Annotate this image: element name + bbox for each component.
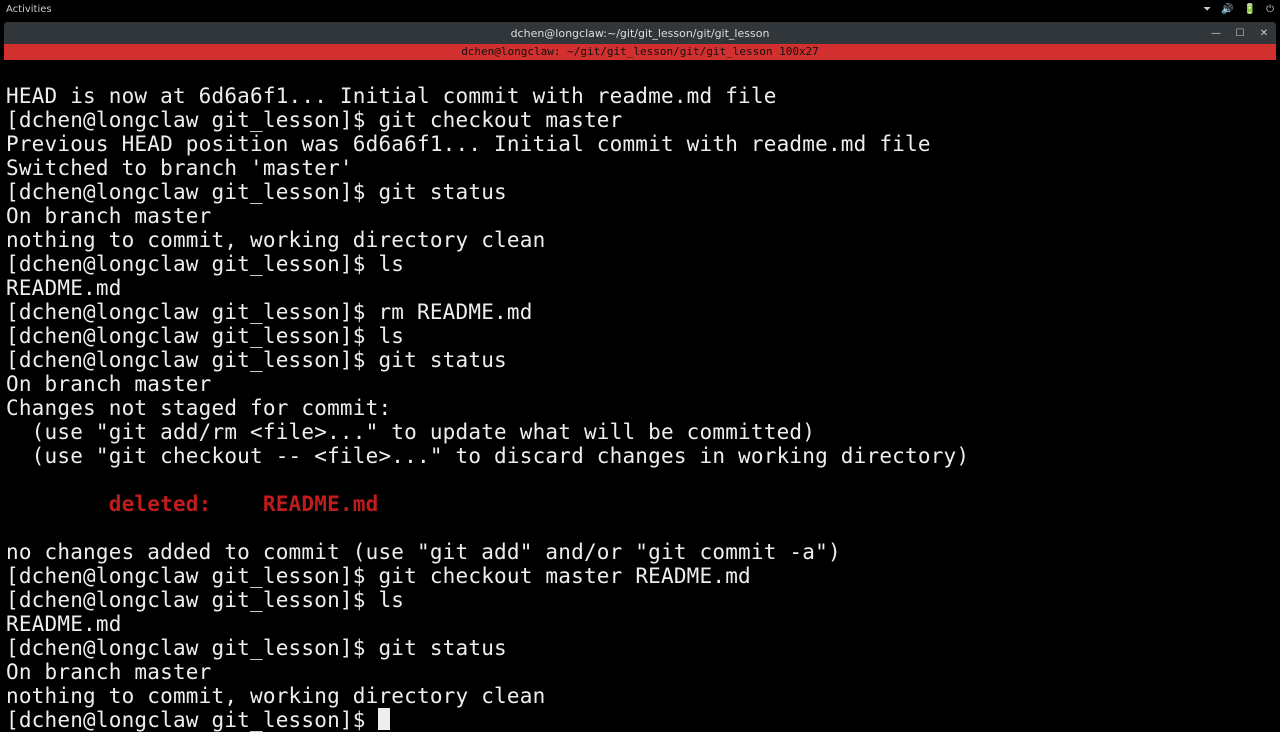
shell-prompt: [dchen@longclaw git_lesson]$: [6, 180, 378, 204]
output-line: nothing to commit, working directory cle…: [6, 684, 545, 708]
shell-prompt: [dchen@longclaw git_lesson]$: [6, 588, 378, 612]
output-line: Previous HEAD position was 6d6a6f1... In…: [6, 132, 931, 156]
shell-prompt: [dchen@longclaw git_lesson]$: [6, 564, 378, 588]
output-line: README.md: [6, 276, 122, 300]
output-line: no changes added to commit (use "git add…: [6, 540, 841, 564]
window-title: dchen@longclaw:~/git/git_lesson/git/git_…: [511, 27, 770, 40]
volume-icon[interactable]: 🔊: [1221, 4, 1233, 15]
command-text: git status: [378, 180, 506, 204]
command-text: ls: [378, 324, 404, 348]
command-text: git checkout master: [378, 108, 622, 132]
command-text: git status: [378, 636, 506, 660]
output-line: HEAD is now at 6d6a6f1... Initial commit…: [6, 84, 777, 108]
shell-prompt: [dchen@longclaw git_lesson]$: [6, 708, 378, 732]
command-text: rm README.md: [378, 300, 532, 324]
output-line: On branch master: [6, 372, 212, 396]
minimize-button[interactable]: —: [1208, 25, 1224, 41]
power-icon[interactable]: ⏻: [1266, 4, 1274, 15]
terminal-window: dchen@longclaw:~/git/git_lesson/git/git_…: [4, 22, 1276, 732]
output-line: On branch master: [6, 660, 212, 684]
gnome-topbar: Activities ⏷ 🔊 🔋 ⏻: [0, 0, 1280, 18]
shell-prompt: [dchen@longclaw git_lesson]$: [6, 300, 378, 324]
output-line: Switched to branch 'master': [6, 156, 353, 180]
command-text: git checkout master README.md: [378, 564, 750, 588]
system-tray: ⏷ 🔊 🔋 ⏻: [1203, 4, 1274, 15]
tmux-status-bar: dchen@longclaw: ~/git/git_lesson/git/git…: [4, 44, 1276, 60]
window-titlebar[interactable]: dchen@longclaw:~/git/git_lesson/git/git_…: [4, 22, 1276, 44]
command-text: ls: [378, 252, 404, 276]
shell-prompt: [dchen@longclaw git_lesson]$: [6, 348, 378, 372]
terminal-cursor[interactable]: [378, 708, 390, 730]
deleted-status-line: deleted: README.md: [6, 492, 378, 516]
output-line: (use "git add/rm <file>..." to update wh…: [6, 420, 815, 444]
output-line: nothing to commit, working directory cle…: [6, 228, 545, 252]
maximize-button[interactable]: ☐: [1232, 25, 1248, 41]
output-line: (use "git checkout -- <file>..." to disc…: [6, 444, 969, 468]
activities-button[interactable]: Activities: [6, 4, 52, 15]
shell-prompt: [dchen@longclaw git_lesson]$: [6, 324, 378, 348]
close-button[interactable]: ✕: [1256, 25, 1272, 41]
battery-icon[interactable]: 🔋: [1244, 4, 1256, 15]
shell-prompt: [dchen@longclaw git_lesson]$: [6, 108, 378, 132]
terminal-output[interactable]: HEAD is now at 6d6a6f1... Initial commit…: [4, 60, 1276, 732]
command-text: git status: [378, 348, 506, 372]
shell-prompt: [dchen@longclaw git_lesson]$: [6, 636, 378, 660]
output-line: Changes not staged for commit:: [6, 396, 391, 420]
output-line: On branch master: [6, 204, 212, 228]
output-line: README.md: [6, 612, 122, 636]
shell-prompt: [dchen@longclaw git_lesson]$: [6, 252, 378, 276]
caret-down-icon[interactable]: ⏷: [1203, 4, 1211, 15]
command-text: ls: [378, 588, 404, 612]
